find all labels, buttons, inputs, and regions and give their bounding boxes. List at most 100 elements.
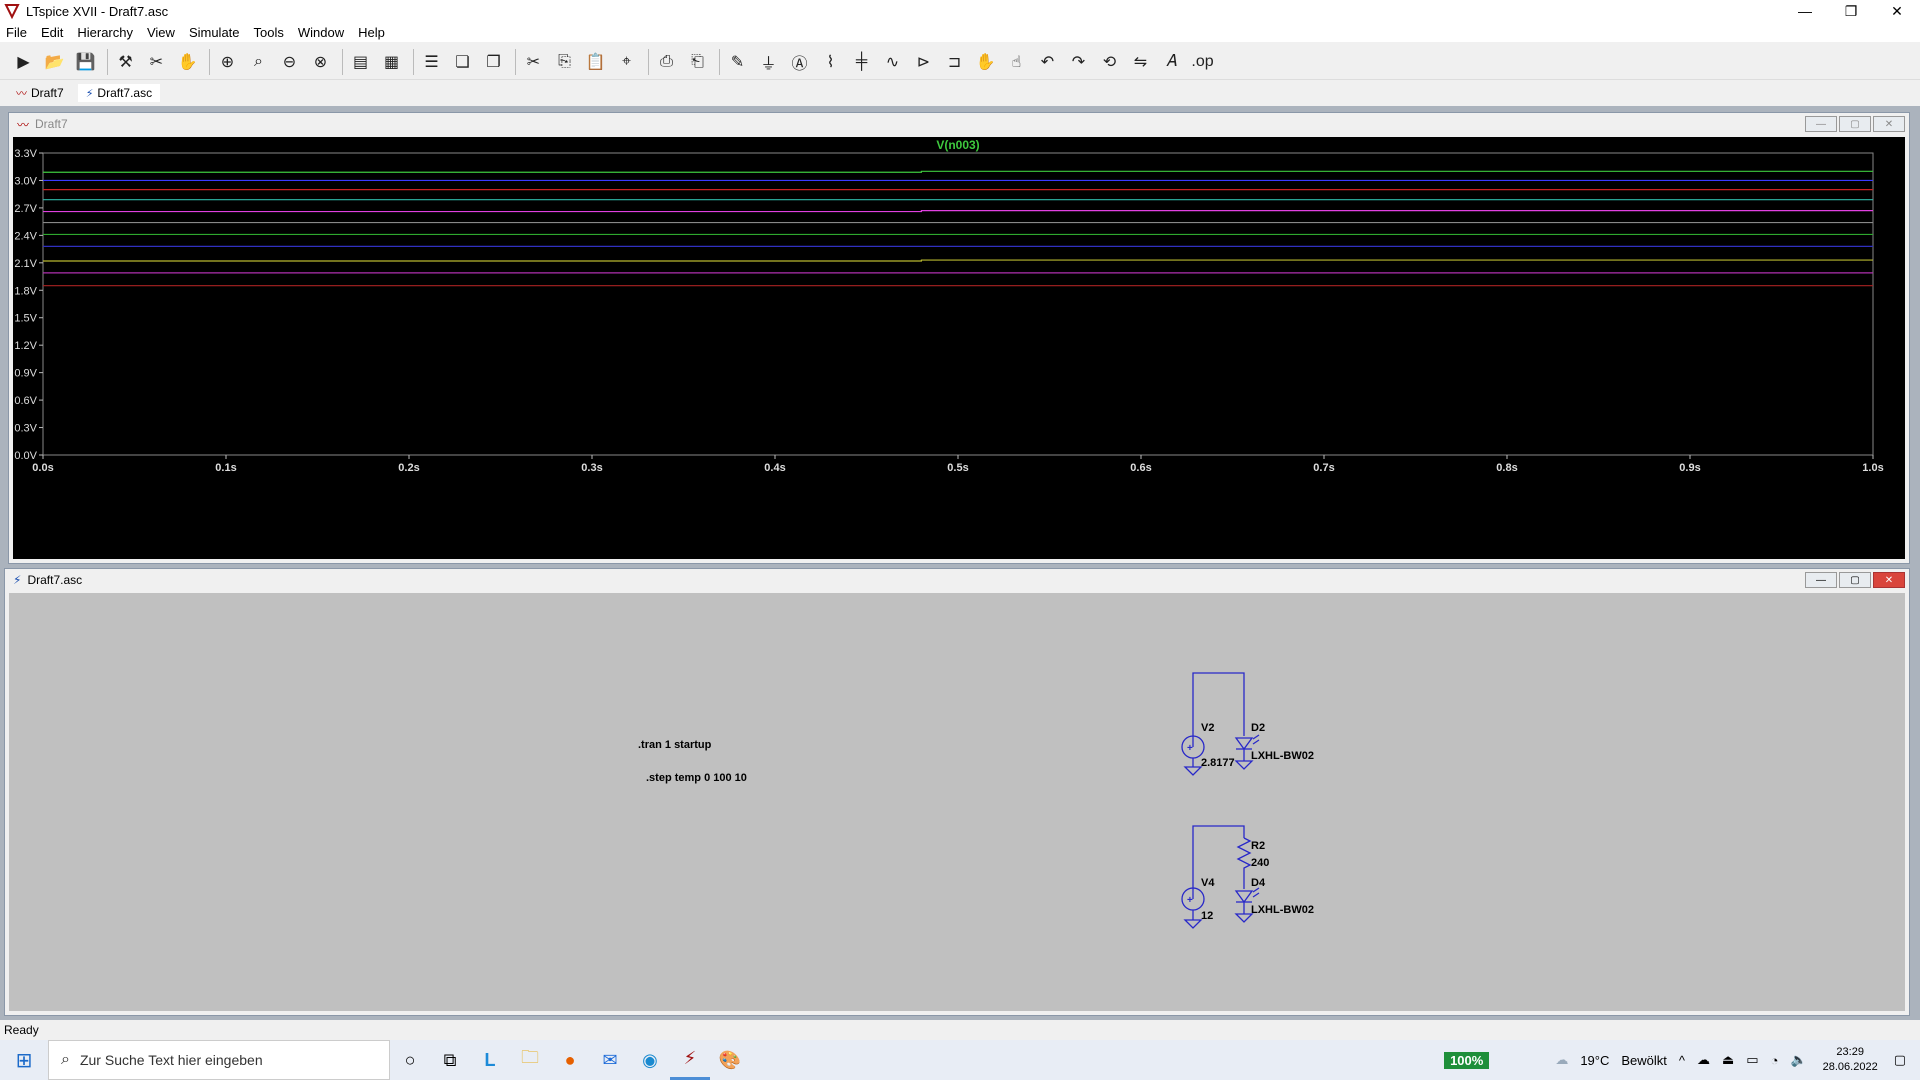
v4-value[interactable]: 12: [1201, 910, 1213, 922]
task-view-icon[interactable]: ⧉: [430, 1040, 470, 1080]
onedrive-icon[interactable]: ☁: [1697, 1052, 1710, 1068]
maximize-button[interactable]: ▢: [1839, 116, 1871, 132]
system-tray: 100% ☁ 19°C Bewölkt ^ ☁ ⏏ ▭ ◔ 🔈 23:29 28…: [1444, 1040, 1920, 1080]
close-button[interactable]: ✕: [1874, 0, 1920, 22]
battery-percent[interactable]: 100%: [1444, 1051, 1490, 1069]
print-icon[interactable]: ⎙: [653, 48, 680, 75]
run-icon[interactable]: ▶: [10, 48, 37, 75]
spice-directive-icon[interactable]: .op: [1189, 48, 1216, 75]
minimize-button[interactable]: —: [1805, 572, 1837, 588]
usb-icon[interactable]: ⏏: [1722, 1052, 1734, 1068]
v2-value[interactable]: 2.8177: [1201, 757, 1235, 769]
menu-help[interactable]: Help: [358, 25, 385, 40]
copy-icon[interactable]: ⎘: [551, 48, 578, 75]
redo-icon[interactable]: ↷: [1065, 48, 1092, 75]
open-icon[interactable]: 📂: [41, 48, 68, 75]
tile-vertical-icon[interactable]: ❐: [480, 48, 507, 75]
minimize-button[interactable]: —: [1805, 116, 1837, 132]
d4-label[interactable]: D4: [1251, 877, 1266, 889]
clock[interactable]: 23:29 28.06.2022: [1823, 1045, 1878, 1075]
cloud-icon[interactable]: ☁: [1555, 1052, 1568, 1068]
menu-tools[interactable]: Tools: [254, 25, 284, 40]
step-directive[interactable]: .step temp 0 100 10: [646, 772, 747, 784]
search-placeholder: Zur Suche Text hier eingeben: [79, 1052, 263, 1068]
menu-file[interactable]: File: [6, 25, 27, 40]
tab-waveform[interactable]: 〰 Draft7: [8, 83, 72, 103]
capacitor-icon[interactable]: ╪: [848, 48, 875, 75]
resistor-icon[interactable]: ⌇: [817, 48, 844, 75]
edge-icon[interactable]: ◉: [630, 1040, 670, 1080]
restore-button[interactable]: ❐: [1828, 0, 1874, 22]
control-panel-icon[interactable]: ⚒: [112, 48, 139, 75]
v2-label[interactable]: V2: [1201, 722, 1214, 734]
text-icon[interactable]: 𝐴: [1158, 48, 1185, 75]
volume-icon[interactable]: 🔈: [1790, 1052, 1806, 1068]
pan-hand-icon[interactable]: ✋: [174, 48, 201, 75]
tran-directive[interactable]: .tran 1 startup: [638, 739, 712, 751]
y-tick-label: 2.4V: [14, 230, 37, 242]
zoom-out-icon[interactable]: ⊖: [276, 48, 303, 75]
schematic-drawing[interactable]: .tran 1 startup .step temp 0 100 10 + V2: [9, 593, 1905, 1011]
save-icon[interactable]: 💾: [72, 48, 99, 75]
tile-horizontal-icon[interactable]: ☰: [418, 48, 445, 75]
component-icon[interactable]: ⊐: [941, 48, 968, 75]
app-l-icon[interactable]: L: [470, 1040, 510, 1080]
wifi-icon[interactable]: ◔: [1771, 1053, 1779, 1068]
diode-icon[interactable]: ⊳: [910, 48, 937, 75]
toolbar: ▶ 📂 💾 ⚒ ✂ ✋ ⊕ ⌕ ⊖ ⊗ ▤ ▦ ☰ ❏ ❐ ✂ ⎘ 📋 ⌖ ⎙ …: [0, 44, 1920, 80]
close-button[interactable]: ✕: [1873, 572, 1905, 588]
file-explorer-icon[interactable]: 🗀: [510, 1040, 550, 1080]
waveform-plot[interactable]: 0.0V 0.3V 0.6V 0.9V 1.2V 1.5V 1.8V 2.1V 2.4V 2.7V…: [13, 137, 1905, 559]
schematic-canvas[interactable]: .tran 1 startup .step temp 0 100 10 + V2: [9, 593, 1905, 1011]
label-net-icon[interactable]: Ⓐ: [786, 48, 813, 75]
inductor-icon[interactable]: ∿: [879, 48, 906, 75]
close-button[interactable]: ✕: [1873, 116, 1905, 132]
search-icon: ⌕: [61, 1051, 70, 1068]
d2-label[interactable]: D2: [1251, 722, 1265, 734]
tab-schematic[interactable]: ⚡ Draft7.asc: [77, 84, 161, 102]
v4-label[interactable]: V4: [1201, 877, 1215, 889]
battery-icon[interactable]: ▭: [1746, 1052, 1758, 1068]
cortana-icon[interactable]: ○: [390, 1040, 430, 1080]
mirror-icon[interactable]: ⇋: [1127, 48, 1154, 75]
taskbar-search[interactable]: ⌕ Zur Suche Text hier eingeben: [48, 1040, 390, 1080]
rotate-icon[interactable]: ⟲: [1096, 48, 1123, 75]
maximize-button[interactable]: ▢: [1839, 572, 1871, 588]
minimize-button[interactable]: —: [1782, 0, 1828, 22]
firefox-icon[interactable]: ●: [550, 1040, 590, 1080]
grid-icon[interactable]: ▦: [378, 48, 405, 75]
ground-icon[interactable]: ⏚: [755, 48, 782, 75]
cut-icon[interactable]: ✂: [520, 48, 547, 75]
notification-icon[interactable]: ▢: [1894, 1052, 1906, 1068]
move-icon[interactable]: ✋: [972, 48, 999, 75]
drag-icon[interactable]: ☝: [1003, 48, 1030, 75]
weather-temp[interactable]: 19°C: [1580, 1053, 1609, 1068]
r2-label[interactable]: R2: [1251, 840, 1265, 852]
halt-icon[interactable]: ✂: [143, 48, 170, 75]
d2-value[interactable]: LXHL-BW02: [1251, 750, 1314, 762]
zoom-area-icon[interactable]: ⌕: [245, 48, 272, 75]
paste-icon[interactable]: 📋: [582, 48, 609, 75]
menu-hierarchy[interactable]: Hierarchy: [77, 25, 133, 40]
menu-view[interactable]: View: [147, 25, 175, 40]
zoom-fit-icon[interactable]: ⊗: [307, 48, 334, 75]
windows-start-icon[interactable]: ⊞: [0, 1040, 48, 1080]
print-setup-icon[interactable]: ⎗: [684, 48, 711, 75]
mail-icon[interactable]: ✉: [590, 1040, 630, 1080]
r2-value[interactable]: 240: [1251, 857, 1269, 869]
chevron-up-icon[interactable]: ^: [1679, 1053, 1685, 1068]
undo-icon[interactable]: ↶: [1034, 48, 1061, 75]
find-icon[interactable]: ⌖: [613, 48, 640, 75]
plot-area[interactable]: 0.0V 0.3V 0.6V 0.9V 1.2V 1.5V 1.8V 2.1V 2.4V 2.7V…: [13, 137, 1905, 559]
d4-value[interactable]: LXHL-BW02: [1251, 904, 1314, 916]
weather-desc[interactable]: Bewölkt: [1621, 1053, 1667, 1068]
ltspice-taskbar-icon[interactable]: ⚡: [670, 1040, 710, 1080]
paint-icon[interactable]: 🎨: [710, 1040, 750, 1080]
menu-edit[interactable]: Edit: [41, 25, 63, 40]
menu-simulate[interactable]: Simulate: [189, 25, 240, 40]
draw-wire-icon[interactable]: ✎: [724, 48, 751, 75]
autorange-icon[interactable]: ▤: [347, 48, 374, 75]
cascade-icon[interactable]: ❏: [449, 48, 476, 75]
zoom-in-icon[interactable]: ⊕: [214, 48, 241, 75]
menu-window[interactable]: Window: [298, 25, 344, 40]
